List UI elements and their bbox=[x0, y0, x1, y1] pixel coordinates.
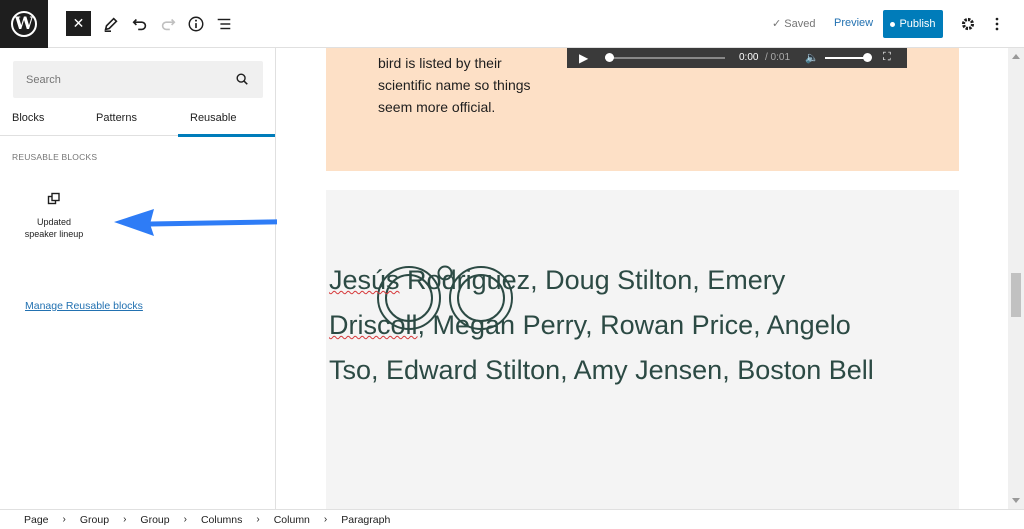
breadcrumb-group[interactable]: Group bbox=[136, 514, 173, 526]
editor-canvas: bird is listed by their scientific name … bbox=[277, 48, 1008, 509]
saved-status: ✓ Saved bbox=[772, 17, 815, 30]
breadcrumb-page[interactable]: Page bbox=[20, 514, 53, 526]
block-item-label-line1: Updated bbox=[36, 217, 72, 227]
close-icon: ✕ bbox=[72, 15, 85, 31]
audio-progress-track[interactable] bbox=[605, 57, 725, 59]
manage-reusable-blocks-link[interactable]: Manage Reusable blocks bbox=[25, 300, 143, 312]
redo-button[interactable] bbox=[154, 10, 182, 38]
volume-knob-icon bbox=[863, 53, 872, 62]
reusable-block-item[interactable]: Updated speaker lineup bbox=[14, 186, 94, 256]
saved-label: Saved bbox=[784, 18, 816, 30]
breadcrumb-columns[interactable]: Columns bbox=[197, 514, 246, 526]
block-breadcrumb: Page › Group › Group › Columns › Column … bbox=[0, 509, 1024, 529]
settings-button[interactable] bbox=[954, 10, 982, 38]
scroll-up-icon[interactable] bbox=[1012, 54, 1020, 59]
audio-time: 0:00 bbox=[739, 52, 759, 63]
search-input[interactable] bbox=[13, 61, 223, 98]
undo-icon bbox=[132, 18, 147, 31]
redo-icon bbox=[161, 18, 176, 31]
wordpress-icon: W bbox=[11, 11, 37, 37]
search-icon[interactable] bbox=[235, 72, 249, 86]
tab-blocks[interactable]: Blocks bbox=[12, 104, 44, 136]
paragraph-block[interactable]: bird is listed by their scientific name … bbox=[378, 52, 558, 118]
speaker-names-paragraph[interactable]: Jesús Rodriguez, Doug Stilton, Emery Dri… bbox=[329, 258, 889, 393]
section-heading: REUSABLE BLOCKS bbox=[12, 152, 98, 162]
peach-group-block[interactable]: bird is listed by their scientific name … bbox=[326, 48, 959, 171]
info-icon bbox=[188, 16, 204, 32]
audio-duration: / 0:01 bbox=[765, 52, 791, 63]
breadcrumb-paragraph[interactable]: Paragraph bbox=[337, 514, 394, 526]
wordpress-logo[interactable]: W bbox=[0, 0, 48, 48]
fullscreen-icon[interactable]: ⛶ bbox=[883, 51, 891, 64]
tab-patterns[interactable]: Patterns bbox=[96, 104, 137, 136]
breadcrumb-group[interactable]: Group bbox=[76, 514, 113, 526]
list-view-icon bbox=[217, 18, 231, 30]
check-icon: ✓ bbox=[772, 18, 782, 30]
names-line-1: Rodriguez, Doug Stilton, Emery bbox=[399, 265, 786, 295]
chevron-right-icon: › bbox=[256, 514, 260, 525]
inserter-tabs: Blocks Patterns Reusable bbox=[0, 104, 276, 137]
tab-reusable[interactable]: Reusable bbox=[178, 104, 275, 137]
search-box bbox=[13, 61, 263, 98]
audio-progress-knob-icon bbox=[605, 53, 614, 62]
reusable-block-icon bbox=[47, 192, 60, 205]
gear-icon bbox=[961, 17, 975, 31]
more-vertical-icon bbox=[995, 17, 999, 31]
list-view-button[interactable] bbox=[210, 10, 238, 38]
editor-header: W ✕ ✓ Saved Preview Publish bbox=[0, 0, 1024, 48]
scrollbar-thumb[interactable] bbox=[1011, 273, 1021, 317]
chevron-right-icon: › bbox=[183, 514, 187, 525]
publish-dot-icon bbox=[890, 21, 896, 27]
audio-player[interactable]: ▶ 0:00 / 0:01 🔈 ⛶ bbox=[567, 48, 907, 68]
vertical-scrollbar[interactable] bbox=[1008, 48, 1024, 509]
breadcrumb-column[interactable]: Column bbox=[270, 514, 314, 526]
publish-label: Publish bbox=[899, 18, 936, 30]
names-line-2: , Megan Perry, Rowan Price, Angelo bbox=[417, 310, 851, 340]
scroll-down-icon[interactable] bbox=[1012, 498, 1020, 503]
undo-button[interactable] bbox=[126, 10, 154, 38]
close-inserter-button[interactable]: ✕ bbox=[66, 11, 91, 36]
volume-icon[interactable]: 🔈 bbox=[805, 51, 819, 64]
misspelled-word: Driscoll bbox=[329, 310, 418, 340]
publish-button[interactable]: Publish bbox=[883, 10, 943, 38]
options-button[interactable] bbox=[983, 10, 1011, 38]
block-inserter-panel: Blocks Patterns Reusable REUSABLE BLOCKS… bbox=[0, 48, 276, 509]
block-item-label-line2: speaker lineup bbox=[24, 229, 84, 239]
tools-button[interactable] bbox=[97, 10, 125, 38]
play-icon[interactable]: ▶ bbox=[579, 51, 588, 65]
details-button[interactable] bbox=[182, 10, 210, 38]
chevron-right-icon: › bbox=[323, 514, 328, 525]
chevron-right-icon: › bbox=[123, 514, 127, 525]
names-line-3: Tso, Edward Stilton, Amy Jensen, Boston … bbox=[329, 355, 874, 385]
pencil-icon bbox=[104, 17, 118, 33]
preview-button[interactable]: Preview bbox=[834, 17, 873, 29]
chevron-right-icon: › bbox=[62, 514, 66, 525]
misspelled-word: Jesús bbox=[329, 265, 400, 295]
